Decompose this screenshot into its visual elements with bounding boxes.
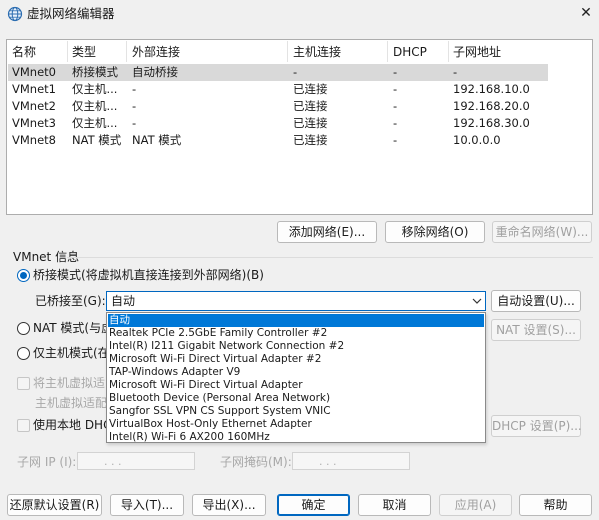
cell-subnet: 192.168.10.0 bbox=[453, 82, 530, 96]
remove-network-button[interactable]: 移除网络(O) bbox=[385, 221, 485, 243]
cell-type: 仅主机... bbox=[72, 99, 118, 113]
ip-separator: . . . bbox=[104, 455, 122, 468]
cell-type: 仅主机... bbox=[72, 116, 118, 130]
col-divider bbox=[287, 41, 288, 62]
cell-external: NAT 模式 bbox=[132, 133, 182, 147]
bridged-to-dropdown-list[interactable]: 自动 Realtek PCIe 2.5GbE Family Controller… bbox=[106, 312, 486, 443]
subnet-mask-label: 子网掩码(M): bbox=[220, 455, 292, 469]
bridged-to-label: 已桥接至(G): bbox=[35, 294, 106, 308]
export-button[interactable]: 导出(X)... bbox=[192, 494, 266, 516]
dropdown-option[interactable]: TAP-Windows Adapter V9 bbox=[108, 366, 484, 379]
close-icon[interactable]: ✕ bbox=[578, 5, 594, 21]
dropdown-option[interactable]: Microsoft Wi-Fi Direct Virtual Adapter bbox=[108, 379, 484, 392]
connect-host-adapter-label[interactable]: 将主机虚拟适 bbox=[33, 375, 105, 391]
dropdown-option[interactable]: Microsoft Wi-Fi Direct Virtual Adapter #… bbox=[108, 353, 484, 366]
col-header-external[interactable]: 外部连接 bbox=[132, 44, 180, 60]
col-header-subnet[interactable]: 子网地址 bbox=[453, 44, 501, 60]
cell-name: VMnet8 bbox=[12, 133, 56, 147]
restore-defaults-button[interactable]: 还原默认设置(R) bbox=[7, 494, 102, 516]
nat-mode-radio[interactable] bbox=[17, 322, 30, 335]
auto-settings-button[interactable]: 自动设置(U)... bbox=[491, 290, 581, 312]
cell-external: - bbox=[132, 116, 137, 130]
chevron-down-icon[interactable] bbox=[470, 293, 484, 309]
title-bar: 虚拟网络编辑器 ✕ bbox=[0, 0, 599, 28]
dropdown-option[interactable]: Sangfor SSL VPN CS Support System VNIC bbox=[108, 405, 484, 418]
cell-name: VMnet2 bbox=[12, 99, 56, 113]
col-header-host[interactable]: 主机连接 bbox=[293, 44, 341, 60]
cell-name: VMnet1 bbox=[12, 82, 56, 96]
dropdown-option[interactable]: VirtualBox Host-Only Ethernet Adapter bbox=[108, 418, 484, 431]
cell-dhcp: - bbox=[393, 82, 398, 96]
help-button[interactable]: 帮助 bbox=[519, 494, 592, 516]
cell-dhcp: - bbox=[393, 133, 398, 147]
cell-host: 已连接 bbox=[293, 116, 328, 130]
host-only-mode-label[interactable]: 仅主机模式(在 bbox=[33, 345, 110, 361]
bridged-mode-radio[interactable] bbox=[17, 269, 30, 282]
dhcp-settings-button[interactable]: DHCP 设置(P)... bbox=[491, 415, 582, 437]
cell-dhcp: - bbox=[393, 116, 398, 130]
cell-host: 已连接 bbox=[293, 99, 328, 113]
cell-subnet: - bbox=[453, 65, 458, 79]
cell-dhcp: - bbox=[393, 99, 398, 113]
network-table[interactable]: 名称 类型 外部连接 主机连接 DHCP 子网地址 VMnet0 桥接模式 自动… bbox=[6, 39, 593, 215]
bridged-mode-label[interactable]: 桥接模式(将虚拟机直接连接到外部网络)(B) bbox=[33, 267, 264, 283]
group-divider bbox=[67, 257, 593, 258]
cell-external: - bbox=[132, 99, 137, 113]
dropdown-option[interactable]: Intel(R) I211 Gigabit Network Connection… bbox=[108, 340, 484, 353]
cell-type: 桥接模式 bbox=[72, 65, 118, 79]
cell-host: 已连接 bbox=[293, 133, 328, 147]
apply-button[interactable]: 应用(A) bbox=[439, 494, 512, 516]
ip-separator: . . . bbox=[319, 455, 337, 468]
cell-host: - bbox=[293, 65, 298, 79]
cell-external: 自动桥接 bbox=[132, 65, 178, 79]
col-header-dhcp[interactable]: DHCP bbox=[393, 44, 427, 60]
dropdown-option[interactable]: Bluetooth Device (Personal Area Network) bbox=[108, 392, 484, 405]
subnet-ip-label: 子网 IP (I): bbox=[17, 455, 77, 469]
table-row[interactable]: VMnet2 仅主机... - 已连接 - 192.168.20.0 bbox=[8, 98, 548, 115]
col-header-name[interactable]: 名称 bbox=[12, 44, 36, 60]
connect-host-adapter-checkbox[interactable] bbox=[17, 377, 30, 390]
table-row[interactable]: VMnet8 NAT 模式 NAT 模式 已连接 - 10.0.0.0 bbox=[8, 132, 548, 149]
host-adapter-name: 主机虚拟适配 bbox=[35, 396, 108, 410]
add-network-button[interactable]: 添加网络(E)... bbox=[277, 221, 377, 243]
nat-settings-button[interactable]: NAT 设置(S)... bbox=[491, 319, 581, 341]
use-dhcp-checkbox[interactable] bbox=[17, 419, 30, 432]
cell-subnet: 192.168.20.0 bbox=[453, 99, 530, 113]
cancel-button[interactable]: 取消 bbox=[358, 494, 431, 516]
nat-mode-label[interactable]: NAT 模式(与虚 bbox=[33, 320, 113, 336]
host-only-mode-radio[interactable] bbox=[17, 347, 30, 360]
cell-name: VMnet0 bbox=[12, 65, 56, 79]
rename-network-button[interactable]: 重命名网络(W)... bbox=[492, 221, 592, 243]
network-globe-icon bbox=[7, 6, 23, 22]
cell-type: 仅主机... bbox=[72, 82, 118, 96]
cell-dhcp: - bbox=[393, 65, 398, 79]
cell-host: 已连接 bbox=[293, 82, 328, 96]
ok-button[interactable]: 确定 bbox=[277, 494, 350, 516]
col-divider bbox=[448, 41, 449, 62]
cell-external: - bbox=[132, 82, 137, 96]
cell-name: VMnet3 bbox=[12, 116, 56, 130]
subnet-mask-input[interactable]: . . . bbox=[292, 452, 410, 470]
col-divider bbox=[67, 41, 68, 62]
dropdown-option[interactable]: Realtek PCIe 2.5GbE Family Controller #2 bbox=[108, 327, 484, 340]
col-header-type[interactable]: 类型 bbox=[72, 44, 96, 60]
col-divider bbox=[387, 41, 388, 62]
subnet-ip-input[interactable]: . . . bbox=[77, 452, 195, 470]
cell-subnet: 192.168.30.0 bbox=[453, 116, 530, 130]
cell-subnet: 10.0.0.0 bbox=[453, 133, 501, 147]
bridged-to-value: 自动 bbox=[111, 294, 136, 308]
window-title: 虚拟网络编辑器 bbox=[27, 6, 115, 21]
cell-type: NAT 模式 bbox=[72, 133, 122, 147]
import-button[interactable]: 导入(T)... bbox=[110, 494, 184, 516]
table-row[interactable]: VMnet1 仅主机... - 已连接 - 192.168.10.0 bbox=[8, 81, 548, 98]
dropdown-option[interactable]: Intel(R) Wi-Fi 6 AX200 160MHz bbox=[108, 431, 484, 444]
table-row[interactable]: VMnet3 仅主机... - 已连接 - 192.168.30.0 bbox=[8, 115, 548, 132]
col-divider bbox=[126, 41, 127, 62]
table-row[interactable]: VMnet0 桥接模式 自动桥接 - - - bbox=[8, 64, 548, 81]
dropdown-option[interactable]: 自动 bbox=[108, 314, 484, 327]
bridged-to-select[interactable]: 自动 bbox=[106, 291, 486, 311]
